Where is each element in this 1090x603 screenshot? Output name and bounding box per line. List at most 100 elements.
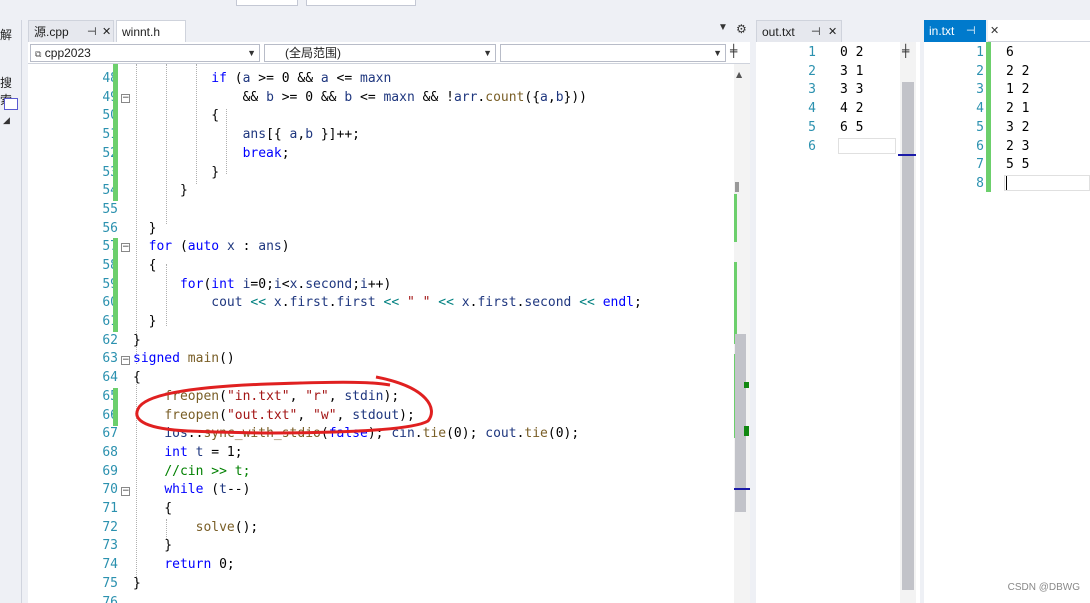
line-number: 1 — [808, 45, 816, 60]
pin-icon[interactable]: ⊣ — [811, 21, 821, 42]
project-combo[interactable]: ⧉ cpp2023 ▼ — [30, 44, 260, 62]
line-number: 4 — [808, 101, 816, 116]
chevron-down-icon: ▼ — [483, 48, 492, 58]
code-line: for(int i=0;i<x.second;i++) — [179, 277, 392, 292]
line-number: 63 — [102, 351, 118, 366]
code-editor[interactable]: 48 49 50 51 52 53 54 55 56 57 58 59 60 6… — [28, 64, 750, 603]
line-number: 72 — [102, 520, 118, 535]
change-marker — [113, 64, 118, 201]
in-line: 2 2 — [1006, 64, 1030, 79]
in-txt-editor[interactable]: 1 2 3 4 5 6 7 8 6 2 2 1 2 2 1 3 2 2 3 5 … — [924, 42, 1090, 603]
scroll-caret-marker — [734, 488, 750, 490]
line-number: 64 — [102, 370, 118, 385]
out-line: 6 5 — [840, 120, 864, 135]
chevron-down-icon: ▼ — [247, 48, 256, 58]
tab-winnt-h[interactable]: winnt.h — [116, 20, 186, 42]
in-line: 1 2 — [1006, 82, 1030, 97]
line-number: 49 — [102, 90, 118, 105]
close-icon[interactable]: ✕ — [102, 21, 111, 42]
dock-icon[interactable] — [4, 98, 18, 110]
out-line: 3 3 — [840, 82, 864, 97]
ide-window: { "tabs": { "source_tab": "源.cpp", "head… — [0, 0, 1090, 603]
member-combo[interactable]: ▼ — [500, 44, 726, 62]
scope-combo[interactable]: (全局范围) ▼ — [264, 44, 496, 62]
split-icon[interactable]: ╪ — [730, 44, 737, 58]
code-line: break; — [242, 146, 290, 161]
tab-source-cpp[interactable]: 源.cpp ⊣ ✕ — [28, 20, 114, 42]
fold-toggle[interactable]: − — [121, 243, 130, 252]
fold-toggle[interactable]: − — [121, 487, 130, 496]
split-icon[interactable]: ╪ — [902, 44, 909, 58]
line-number: 62 — [102, 333, 118, 348]
close-icon[interactable]: ✕ — [988, 20, 1090, 42]
line-number: 2 — [808, 64, 816, 79]
code-line: } — [133, 165, 220, 180]
text-cursor — [1006, 176, 1007, 190]
code-line: if (a >= 0 && a <= maxn — [211, 71, 392, 86]
code-line: { — [133, 501, 173, 516]
line-number: 3 — [808, 82, 816, 97]
left-dock-strip: 解 搜索 ◢ — [0, 20, 22, 603]
line-number: 59 — [102, 277, 118, 292]
gear-icon[interactable]: ⚙ — [736, 22, 747, 36]
code-line: } — [133, 333, 141, 348]
navigation-bar: ⧉ cpp2023 ▼ (全局范围) ▼ ▼ ╪ — [28, 42, 750, 64]
line-number: 4 — [976, 101, 984, 116]
line-number: 53 — [102, 165, 118, 180]
project-icon: ⧉ — [35, 49, 42, 59]
code-line: { — [133, 258, 157, 273]
current-line-highlight — [1004, 175, 1090, 191]
red-annotation-circle — [135, 375, 433, 435]
line-number: 54 — [102, 183, 118, 198]
change-marker — [986, 42, 991, 192]
tab-out-txt[interactable]: out.txt ⊣ ✕ — [756, 20, 842, 42]
toolbar-strip — [0, 0, 1090, 20]
line-number: 1 — [976, 45, 984, 60]
line-number: 3 — [976, 82, 984, 97]
toolbar-combo[interactable] — [306, 0, 416, 6]
code-line: } — [133, 538, 173, 553]
toolbar-combo[interactable] — [236, 0, 298, 6]
code-line: while (t--) — [164, 482, 251, 497]
line-number: 7 — [976, 157, 984, 172]
line-number: 69 — [102, 464, 118, 479]
line-number: 55 — [102, 202, 118, 217]
scope-name: (全局范围) — [285, 46, 341, 60]
code-line: ans[{ a,b }]++; — [242, 127, 360, 142]
current-line-highlight — [838, 138, 896, 154]
scroll-thumb[interactable] — [902, 82, 914, 590]
fold-toggle[interactable]: − — [121, 94, 130, 103]
line-number: 75 — [102, 576, 118, 591]
scroll-thumb[interactable] — [735, 334, 746, 512]
code-line: signed main() — [133, 351, 235, 366]
scroll-change-marker — [734, 262, 737, 344]
fold-toggle[interactable]: − — [121, 356, 130, 365]
close-icon[interactable]: ✕ — [828, 21, 837, 42]
code-line: } — [133, 221, 157, 236]
in-line: 6 — [1006, 45, 1014, 60]
project-name: cpp2023 — [44, 46, 91, 60]
scroll-up-icon[interactable]: ▲ — [736, 70, 742, 79]
editor-scrollbar[interactable]: ▲ — [734, 64, 750, 603]
line-number: 73 — [102, 538, 118, 553]
scroll-marker — [735, 182, 739, 192]
line-number: 76 — [102, 595, 118, 603]
tab-dropdown-icon[interactable]: ▼ — [718, 22, 728, 33]
pin-icon[interactable]: ⊣ — [87, 21, 97, 42]
line-number: 61 — [102, 314, 118, 329]
tab-in-txt[interactable]: in.txt ⊣ — [924, 20, 986, 42]
scroll-caret-marker — [898, 154, 916, 156]
line-number: 56 — [102, 221, 118, 236]
code-line: for (auto x : ans) — [148, 239, 290, 254]
solution-explorer-label[interactable]: 解 — [0, 26, 12, 43]
pin-icon[interactable]: ⊣ — [966, 20, 976, 42]
out-scrollbar[interactable]: ╪ — [900, 42, 916, 603]
code-line: cout << x.first.first << " " << x.first.… — [211, 295, 642, 310]
line-number: 5 — [976, 120, 984, 135]
out-txt-editor[interactable]: 1 2 3 4 5 6 0 2 3 1 3 3 4 2 6 5 ╪ — [756, 42, 920, 603]
line-number: 5 — [808, 120, 816, 135]
line-number: 52 — [102, 146, 118, 161]
out-line: 0 2 — [840, 45, 864, 60]
code-line: return 0; — [164, 557, 235, 572]
expand-triangle-icon[interactable]: ◢ — [3, 116, 10, 126]
